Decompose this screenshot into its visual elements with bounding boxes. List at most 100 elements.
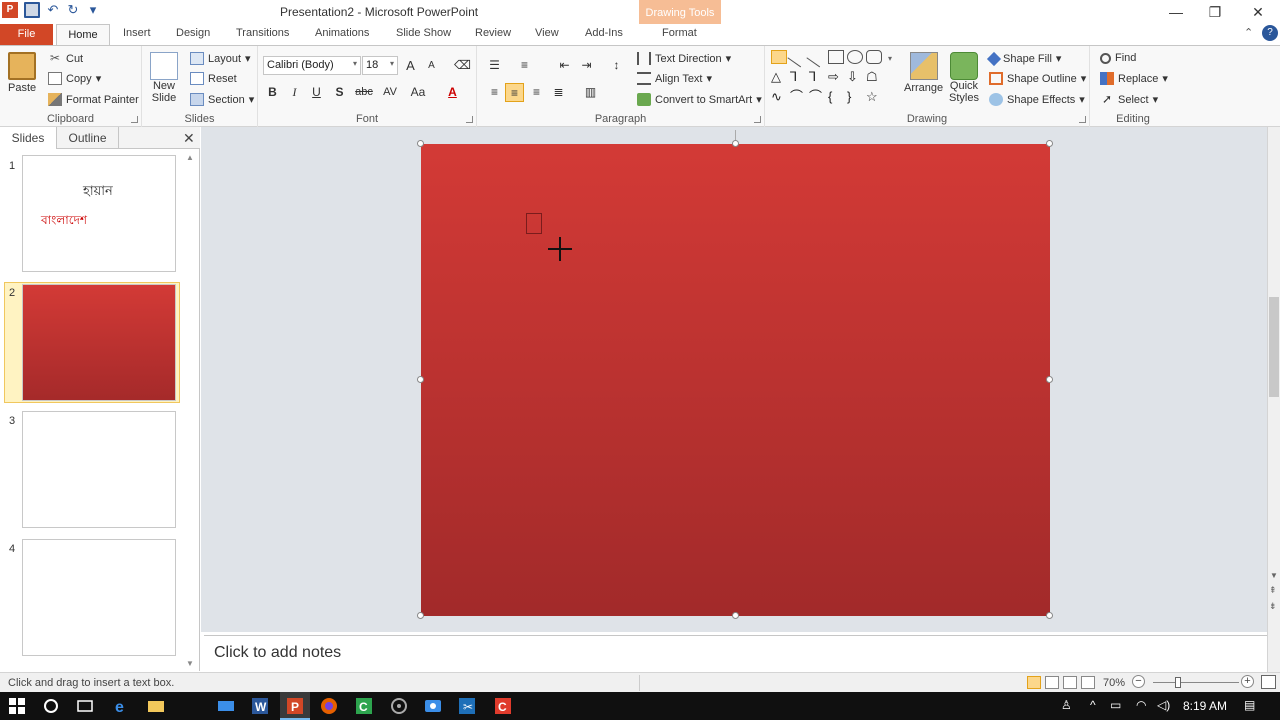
dialog-launcher-icon[interactable] bbox=[131, 116, 138, 123]
increase-indent-icon[interactable]: ⇥ bbox=[577, 56, 596, 75]
dialog-launcher-icon[interactable] bbox=[1079, 116, 1086, 123]
callout-shape-icon[interactable]: ☖ bbox=[866, 70, 882, 84]
find-button[interactable]: Find bbox=[1100, 52, 1136, 64]
align-left-icon[interactable]: ≡ bbox=[485, 83, 504, 102]
elbow-connector-icon[interactable]: ⅂ bbox=[790, 70, 806, 84]
italic-button[interactable]: I bbox=[285, 83, 304, 102]
tab-home[interactable]: Home bbox=[56, 24, 110, 46]
select-button[interactable]: ➚ Select ▾ bbox=[1100, 93, 1158, 107]
cut-button[interactable]: ✂ Cut bbox=[48, 52, 83, 65]
search-icon[interactable] bbox=[42, 697, 60, 715]
new-slide-button[interactable]: New Slide bbox=[150, 52, 178, 104]
close-icon[interactable]: ✕ bbox=[1248, 4, 1268, 21]
align-right-icon[interactable]: ≡ bbox=[527, 83, 546, 102]
normal-view-icon[interactable] bbox=[1027, 676, 1041, 689]
tab-add-ins[interactable]: Add-Ins bbox=[585, 27, 623, 39]
dialog-launcher-icon[interactable] bbox=[466, 116, 473, 123]
bold-button[interactable]: B bbox=[263, 83, 282, 102]
oval-shape-icon[interactable] bbox=[847, 50, 863, 64]
resize-handle[interactable] bbox=[417, 612, 424, 619]
copy-button[interactable]: Copy ▾ bbox=[48, 72, 101, 85]
text-direction-button[interactable]: Text Direction ▾ bbox=[637, 52, 731, 65]
customize-qat-icon[interactable]: ▾ bbox=[86, 2, 100, 18]
tab-review[interactable]: Review bbox=[475, 27, 511, 39]
connector-icon[interactable]: ⅂ bbox=[809, 70, 825, 84]
taskbar-clock[interactable]: 8:19 AM bbox=[1183, 699, 1227, 713]
justify-icon[interactable]: ≣ bbox=[549, 83, 568, 102]
slide-sorter-view-icon[interactable] bbox=[1045, 676, 1059, 689]
quick-styles-button[interactable]: Quick Styles bbox=[949, 52, 979, 104]
undo-icon[interactable]: ↶ bbox=[46, 2, 60, 18]
zoom-out-icon[interactable]: − bbox=[1132, 675, 1145, 688]
strikethrough-button[interactable]: abc bbox=[352, 83, 376, 102]
text-box-shape-icon[interactable] bbox=[771, 50, 787, 64]
convert-smartart-button[interactable]: Convert to SmartArt ▾ bbox=[637, 93, 762, 106]
underline-button[interactable]: U bbox=[307, 83, 326, 102]
font-name-dropdown[interactable]: Calibri (Body) ▾ bbox=[263, 56, 361, 75]
redo-icon[interactable]: ↻ bbox=[66, 2, 80, 18]
previous-slide-icon[interactable]: ⇞ bbox=[1269, 585, 1277, 596]
slide-thumbnail-3[interactable] bbox=[22, 411, 176, 528]
zoom-level[interactable]: 70% bbox=[1103, 677, 1125, 689]
next-slide-icon[interactable]: ⇟ bbox=[1269, 601, 1277, 612]
shape-fill-button[interactable]: Shape Fill ▾ bbox=[986, 51, 1061, 66]
grow-font-button[interactable]: A bbox=[401, 56, 420, 75]
edge-browser-icon[interactable]: e bbox=[112, 697, 130, 716]
zoom-slider[interactable] bbox=[1153, 682, 1239, 683]
dialog-launcher-icon[interactable] bbox=[754, 116, 761, 123]
rounded-rectangle-shape-icon[interactable] bbox=[866, 50, 882, 64]
people-icon[interactable]: ♙ bbox=[1061, 698, 1072, 712]
rectangle-shape-icon[interactable] bbox=[828, 50, 844, 64]
tab-file[interactable]: File bbox=[0, 24, 53, 45]
right-arrow-shape-icon[interactable]: ⇨ bbox=[828, 70, 844, 84]
help-icon[interactable]: ? bbox=[1262, 25, 1278, 41]
snipping-tool-icon[interactable]: ✂ bbox=[458, 697, 476, 715]
gallery-more-icon[interactable]: ▾ bbox=[888, 50, 904, 64]
reset-button[interactable]: Reset bbox=[190, 72, 237, 85]
bullets-icon[interactable]: ☰ bbox=[485, 56, 504, 75]
font-color-button[interactable]: A bbox=[443, 83, 462, 102]
tab-outline[interactable]: Outline bbox=[57, 127, 119, 149]
tab-animations[interactable]: Animations bbox=[315, 27, 369, 39]
font-size-dropdown[interactable]: 18 ▾ bbox=[362, 56, 398, 75]
firefox-icon[interactable] bbox=[320, 697, 338, 715]
decrease-indent-icon[interactable]: ⇤ bbox=[555, 56, 574, 75]
resize-handle[interactable] bbox=[417, 140, 424, 147]
down-arrow-shape-icon[interactable]: ⇩ bbox=[847, 70, 863, 84]
resize-handle[interactable] bbox=[732, 612, 739, 619]
shapes-gallery[interactable]: △ ⅂ ⅂ ⇨ ⇩ ☖ ∿ ⌒ ⌒ { } ☆ ▾ bbox=[771, 46, 904, 110]
format-painter-button[interactable]: Format Painter bbox=[48, 93, 139, 106]
minimize-icon[interactable]: — bbox=[1166, 4, 1186, 20]
scroll-up-icon[interactable]: ▲ bbox=[186, 153, 194, 162]
tab-view[interactable]: View bbox=[535, 27, 559, 39]
resize-handle[interactable] bbox=[1046, 612, 1053, 619]
zoom-slider-thumb[interactable] bbox=[1175, 677, 1181, 688]
arc-shape-icon[interactable]: ⌒ bbox=[809, 90, 825, 104]
left-brace-icon[interactable]: { bbox=[828, 90, 844, 104]
scrollbar-thumb[interactable] bbox=[1269, 297, 1279, 397]
notifications-icon[interactable]: ▤ bbox=[1244, 698, 1255, 712]
close-pane-icon[interactable]: ✕ bbox=[183, 130, 195, 147]
resize-handle[interactable] bbox=[732, 140, 739, 147]
tab-slide-show[interactable]: Slide Show bbox=[396, 27, 451, 39]
line-shape-icon[interactable] bbox=[787, 46, 809, 68]
shape-outline-button[interactable]: Shape Outline ▾ bbox=[989, 72, 1086, 85]
restore-icon[interactable]: ❐ bbox=[1205, 4, 1225, 21]
character-spacing-button[interactable]: AV bbox=[378, 83, 402, 102]
align-text-button[interactable]: Align Text ▾ bbox=[637, 72, 712, 85]
recorder-icon[interactable]: C bbox=[494, 697, 512, 715]
section-button[interactable]: Section ▾ bbox=[190, 93, 254, 106]
slideshow-view-icon[interactable] bbox=[1081, 676, 1095, 689]
change-case-button[interactable]: Aa bbox=[406, 83, 430, 102]
slide-thumbnail-4[interactable] bbox=[22, 539, 176, 656]
triangle-shape-icon[interactable]: △ bbox=[771, 70, 787, 84]
star-shape-icon[interactable]: ☆ bbox=[866, 90, 882, 104]
arrange-button[interactable]: Arrange bbox=[904, 52, 943, 94]
resize-handle[interactable] bbox=[1046, 376, 1053, 383]
current-slide[interactable] bbox=[421, 144, 1050, 616]
windows-start-icon[interactable] bbox=[8, 697, 26, 715]
camera-icon[interactable] bbox=[424, 697, 442, 715]
tab-design[interactable]: Design bbox=[176, 27, 210, 39]
zoom-in-icon[interactable]: + bbox=[1241, 675, 1254, 688]
layout-button[interactable]: Layout ▾ bbox=[190, 52, 251, 65]
